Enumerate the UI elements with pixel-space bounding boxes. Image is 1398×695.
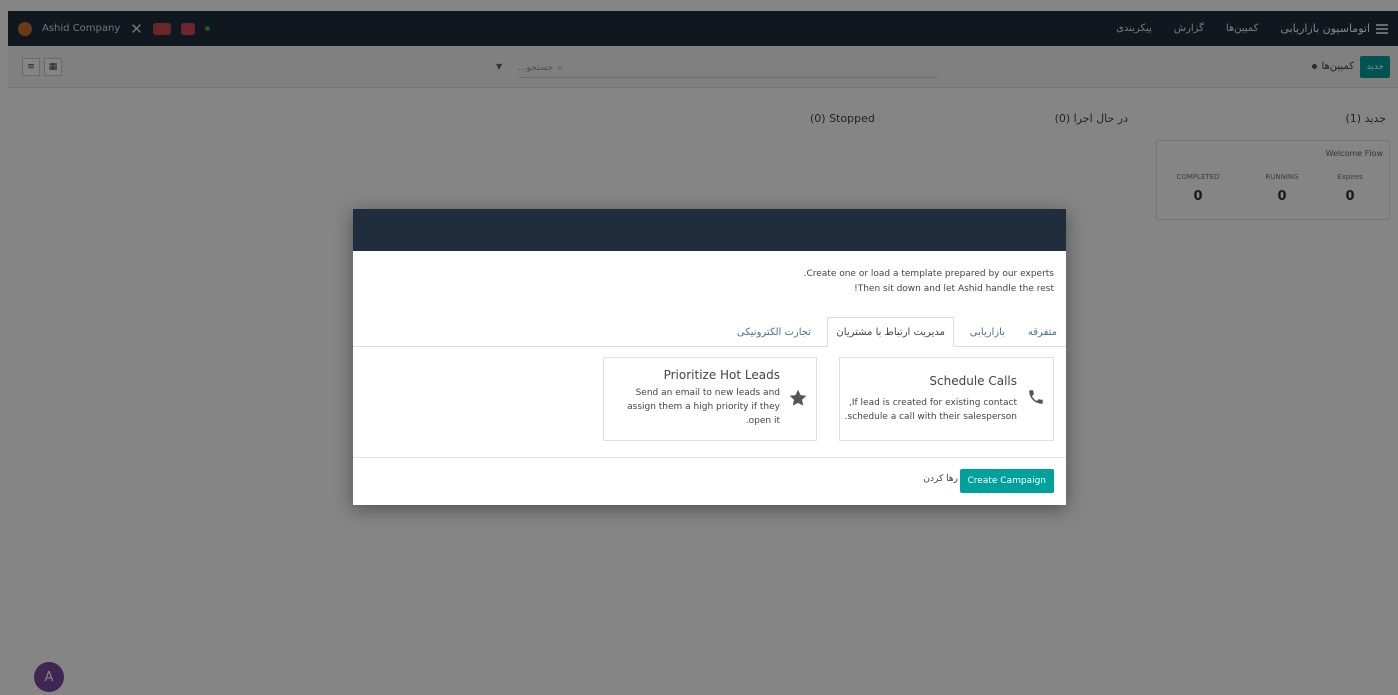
intro-line: .Create one or load a template prepared … [803,269,1054,279]
desc-line: Send an email to new leads and [635,388,780,398]
phone-icon [1027,388,1045,409]
tab-ecommerce[interactable]: تجارت الکترونیکی [728,317,820,347]
tab-crm[interactable]: مدیریت ارتباط با مشتریان [827,317,954,347]
template-prioritize-hot-leads[interactable]: Prioritize Hot Leads Send an email to ne… [603,357,817,441]
intro-line: !Then sit down and let Ashid handle the … [854,284,1054,294]
template-tabs: متفرقه بازاریابی مدیریت ارتباط با مشتریا… [353,317,1066,347]
desc-line: schedule a call with their salesperson. [844,412,1017,422]
tab-marketing[interactable]: بازاریابی [961,317,1014,347]
star-icon [788,388,808,411]
discard-button[interactable]: رها کردن [923,474,958,484]
desc-line: assign them a high priority if they [627,402,780,412]
template-description: Send an email to new leads and assign th… [627,386,780,428]
template-schedule-calls[interactable]: Schedule Calls If lead is created for ex… [839,357,1054,441]
dialog-intro: .Create one or load a template prepared … [804,267,1054,297]
tab-misc[interactable]: متفرقه [1019,317,1066,347]
desc-line: open it. [745,416,780,426]
create-campaign-button[interactable]: Create Campaign [959,469,1054,493]
template-description: If lead is created for existing contact,… [845,396,1017,424]
dialog-header [353,209,1066,251]
desc-line: If lead is created for existing contact, [849,398,1017,408]
dialog-footer: Create Campaign رها کردن [353,457,1066,505]
template-title: Schedule Calls [929,374,1017,388]
template-title: Prioritize Hot Leads [663,368,780,382]
template-dialog: .Create one or load a template prepared … [353,209,1066,505]
